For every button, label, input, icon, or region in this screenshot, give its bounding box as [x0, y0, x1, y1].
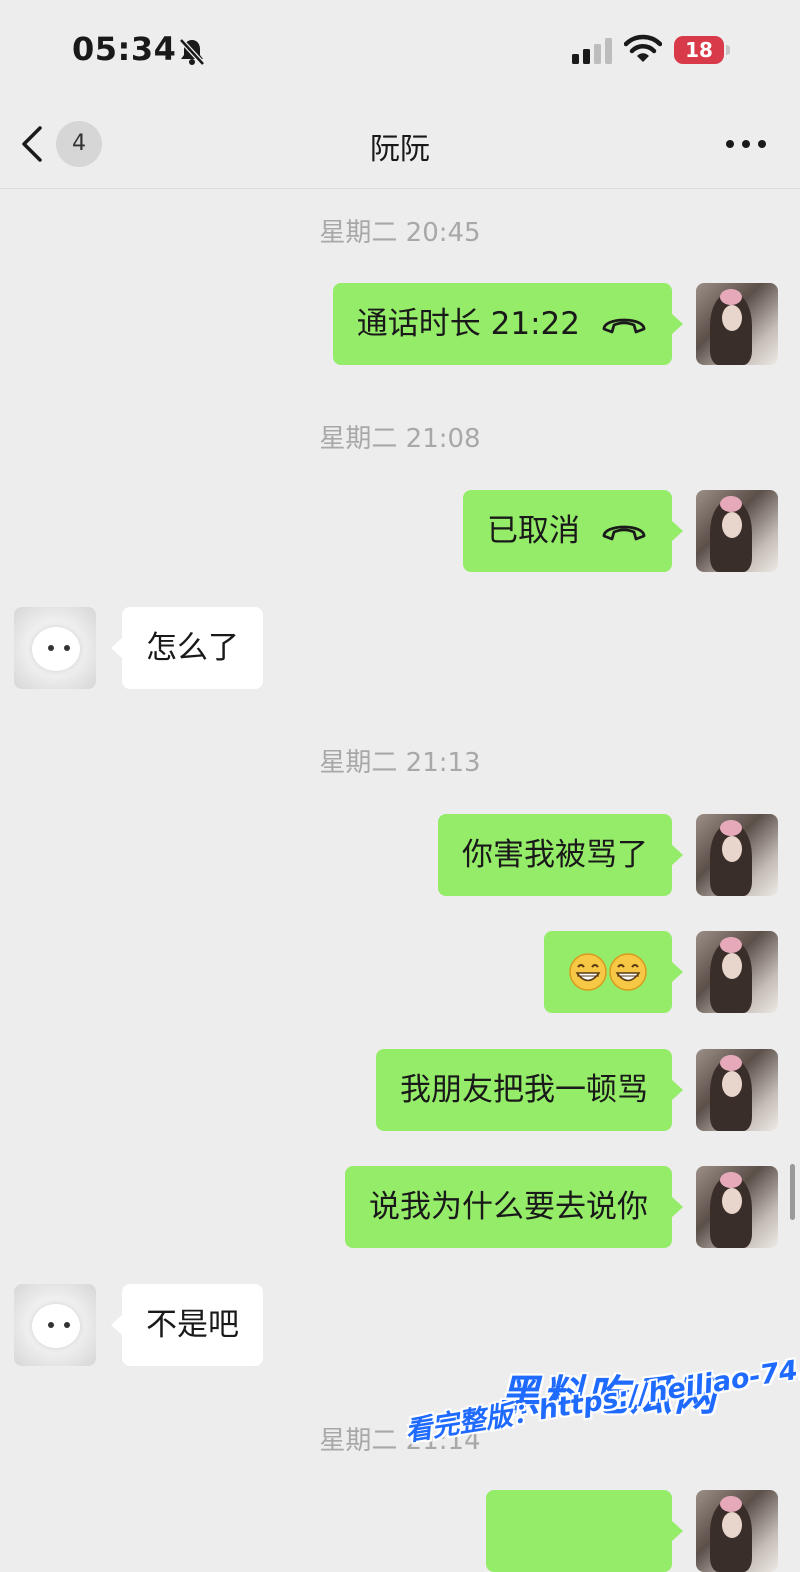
- chat-header: 4 阮阮: [0, 100, 800, 189]
- status-time: 05:34: [72, 30, 177, 68]
- my-avatar[interactable]: [696, 283, 778, 365]
- message-timestamp: 星期二 21:08: [319, 424, 481, 454]
- message-timestamp: 星期二 21:13: [319, 748, 481, 778]
- message-bubble[interactable]: 不是吧: [111, 1284, 263, 1366]
- chat-title: 阮阮: [370, 132, 430, 167]
- grin-emoji-icon: [569, 952, 607, 991]
- call-record-bubble[interactable]: 通话时长 21:22: [332, 283, 684, 365]
- battery-indicator: 18: [674, 36, 730, 64]
- my-avatar[interactable]: [696, 931, 778, 1013]
- grin-emoji-icon: [609, 952, 647, 991]
- message-bubble[interactable]: 你害我被骂了: [438, 814, 683, 896]
- battery-level: 18: [674, 36, 724, 64]
- phone-hangup-icon: [602, 318, 646, 333]
- my-avatar[interactable]: [696, 814, 778, 896]
- contact-avatar[interactable]: [14, 607, 96, 689]
- message-timestamp: 星期二 21:14: [319, 1426, 481, 1456]
- message-bubble[interactable]: 我朋友把我一顿骂: [376, 1049, 683, 1131]
- wifi-icon: [624, 34, 662, 62]
- call-status-text: 已取消: [487, 513, 580, 549]
- emoji-message-bubble[interactable]: [544, 931, 683, 1013]
- message-bubble-partial[interactable]: [486, 1490, 683, 1572]
- message-bubble[interactable]: 怎么了: [111, 607, 263, 689]
- phone-hangup-icon: [602, 525, 646, 540]
- call-cancelled-bubble[interactable]: 已取消: [463, 490, 683, 572]
- battery-tip: [726, 45, 730, 55]
- my-avatar[interactable]: [696, 490, 778, 572]
- signal-icon: [572, 38, 612, 64]
- status-bar: 05:34 18: [0, 0, 800, 100]
- contact-avatar[interactable]: [14, 1284, 96, 1366]
- my-avatar[interactable]: [696, 1166, 778, 1248]
- more-options-icon[interactable]: [724, 134, 768, 154]
- scrollbar[interactable]: [790, 1164, 795, 1220]
- my-avatar[interactable]: [696, 1490, 778, 1572]
- message-bubble[interactable]: 说我为什么要去说你: [345, 1166, 683, 1248]
- my-avatar[interactable]: [696, 1049, 778, 1131]
- message-timestamp: 星期二 20:45: [319, 218, 481, 248]
- bell-muted-icon: [179, 38, 205, 66]
- call-duration-text: 通话时长 21:22: [356, 306, 580, 342]
